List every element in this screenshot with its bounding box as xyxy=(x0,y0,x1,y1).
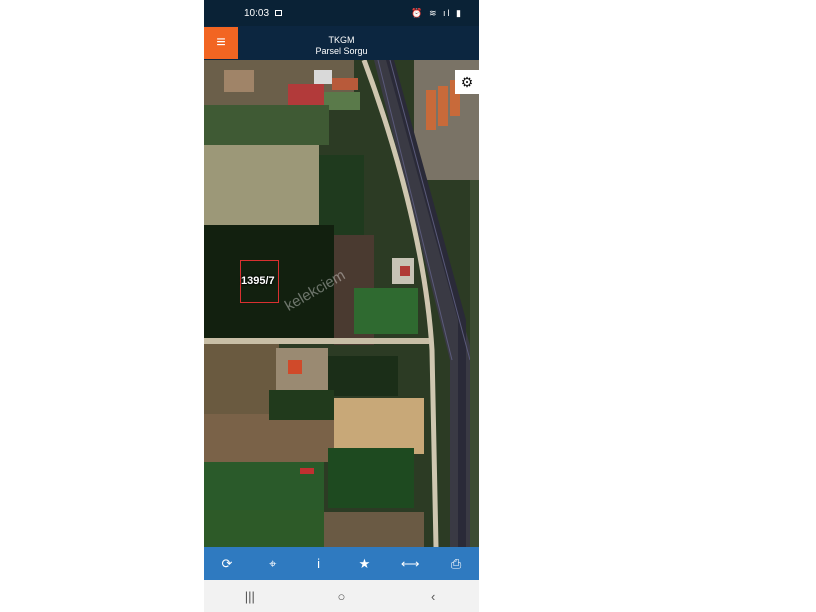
status-icons: ⏰ ≋ ıl ▮ xyxy=(411,8,463,18)
satellite-map[interactable]: ⚙ 1395/7 kelekciem xyxy=(204,60,479,547)
map-imagery xyxy=(204,60,479,547)
star-icon[interactable]: ★ xyxy=(350,556,378,572)
print-icon[interactable]: ⎙ xyxy=(442,556,470,572)
recent-apps-icon[interactable]: ||| xyxy=(230,589,270,604)
status-bar: 10:03 ⏰ ≋ ıl ▮ xyxy=(204,0,479,26)
refresh-icon[interactable]: ⟳ xyxy=(213,556,241,572)
back-icon[interactable]: ‹ xyxy=(413,589,453,604)
info-icon[interactable]: i xyxy=(305,556,333,571)
system-nav-bar: ||| ○ ‹ xyxy=(204,580,479,612)
settings-button[interactable]: ⚙ xyxy=(455,70,479,94)
measure-icon[interactable]: ⟷ xyxy=(396,556,424,572)
status-time: 10:03 xyxy=(244,8,270,19)
bottom-toolbar: ⟳ ⌖ i ★ ⟷ ⎙ xyxy=(204,547,479,580)
header-title: TKGM xyxy=(328,35,355,45)
gear-icon: ⚙ xyxy=(460,74,474,90)
locate-icon[interactable]: ⌖ xyxy=(259,556,287,572)
home-icon[interactable]: ○ xyxy=(321,589,361,604)
parcel-label: 1395/7 xyxy=(241,275,275,287)
gallery-icon xyxy=(275,10,282,16)
phone-screen: 10:03 ⏰ ≋ ıl ▮ ≡ TKGM Parsel Sorgu ⚙ 139… xyxy=(204,0,479,612)
header-subtitle: Parsel Sorgu xyxy=(315,46,368,56)
